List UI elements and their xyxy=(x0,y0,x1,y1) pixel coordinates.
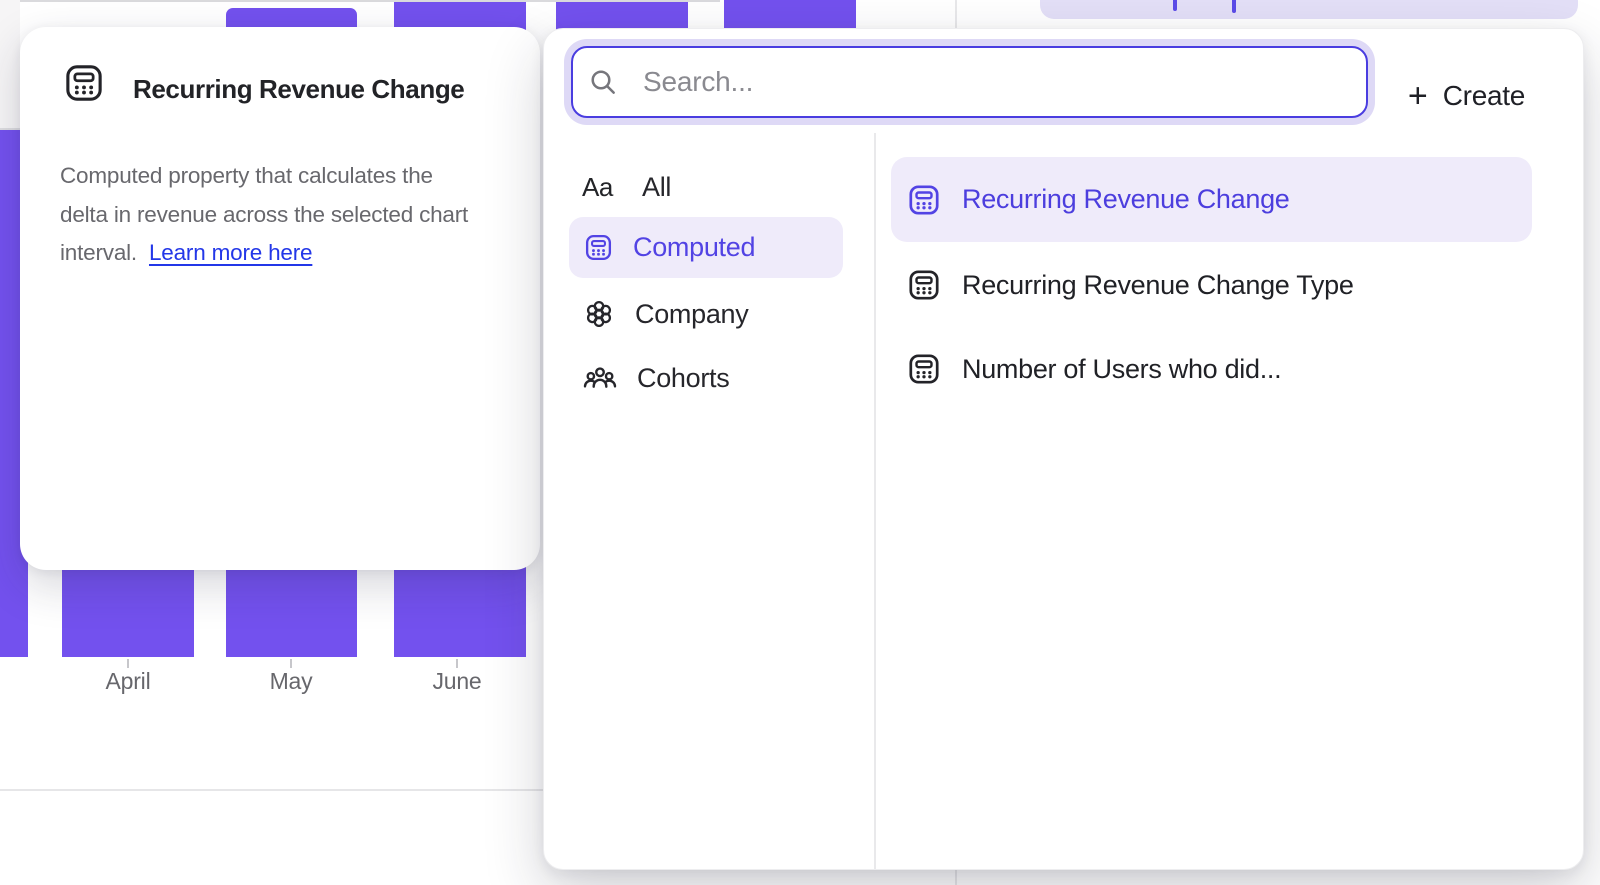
x-axis-tick xyxy=(127,659,129,668)
filter-item-computed[interactable]: Computed xyxy=(569,217,843,278)
x-axis-line xyxy=(0,0,720,2)
tooltip-title: Recurring Revenue Change xyxy=(133,67,464,111)
screen: April May June Recurring Revenue Change Co… xyxy=(0,0,1600,885)
plus-icon: + xyxy=(1408,79,1428,113)
company-icon xyxy=(582,297,616,331)
filter-label: Computed xyxy=(633,232,755,263)
result-item-recurring-revenue-change[interactable]: Recurring Revenue Change xyxy=(891,157,1532,242)
filter-item-all[interactable]: Aa All xyxy=(582,167,671,207)
result-label: Recurring Revenue Change xyxy=(962,184,1290,215)
x-axis-label: May xyxy=(246,668,336,695)
background-vertical-divider-top xyxy=(955,0,957,28)
background-header-divider xyxy=(0,128,20,130)
calculator-icon xyxy=(906,267,942,303)
x-axis-tick xyxy=(290,659,292,668)
learn-more-link[interactable]: Learn more here xyxy=(149,240,312,265)
x-axis-tick xyxy=(456,659,458,668)
result-item-number-of-users[interactable]: Number of Users who did... xyxy=(906,345,1281,393)
tooltip-description: Computed property that calculates the de… xyxy=(60,157,520,273)
filter-label: All xyxy=(642,172,671,203)
background-header-strip xyxy=(0,0,20,128)
clipped-text-fragment xyxy=(1232,0,1236,13)
x-axis-label: June xyxy=(412,668,502,695)
x-axis-label: April xyxy=(83,668,173,695)
create-button[interactable]: + Create xyxy=(1408,73,1525,119)
filter-item-company[interactable]: Company xyxy=(582,291,748,337)
result-item-recurring-revenue-change-type[interactable]: Recurring Revenue Change Type xyxy=(906,261,1354,309)
cohorts-icon xyxy=(582,360,618,396)
property-picker-panel: + Create Aa All Computed xyxy=(543,28,1584,870)
create-button-label: Create xyxy=(1443,80,1525,112)
result-label: Number of Users who did... xyxy=(962,354,1281,385)
result-label: Recurring Revenue Change Type xyxy=(962,270,1354,301)
clipped-text-fragment xyxy=(1173,0,1177,11)
background-vertical-divider-bottom xyxy=(955,868,957,885)
calculator-icon xyxy=(62,61,106,105)
search-field xyxy=(571,46,1368,118)
search-input[interactable] xyxy=(571,46,1368,118)
tooltip-description-line: Computed property that calculates the xyxy=(60,157,520,196)
calculator-icon xyxy=(906,182,942,218)
tooltip-description-line: interval.Learn more here xyxy=(60,234,520,273)
calculator-icon xyxy=(583,232,614,263)
column-divider xyxy=(874,133,876,869)
filter-label: Cohorts xyxy=(637,363,729,394)
tooltip-description-line: delta in revenue across the selected cha… xyxy=(60,196,520,235)
filter-label: Company xyxy=(635,299,748,330)
filter-item-cohorts[interactable]: Cohorts xyxy=(582,355,729,401)
calculator-icon xyxy=(906,351,942,387)
property-tooltip-card: Recurring Revenue Change Computed proper… xyxy=(20,27,540,570)
aa-text-icon: Aa xyxy=(582,172,623,203)
clipped-property-chip xyxy=(1040,0,1578,19)
